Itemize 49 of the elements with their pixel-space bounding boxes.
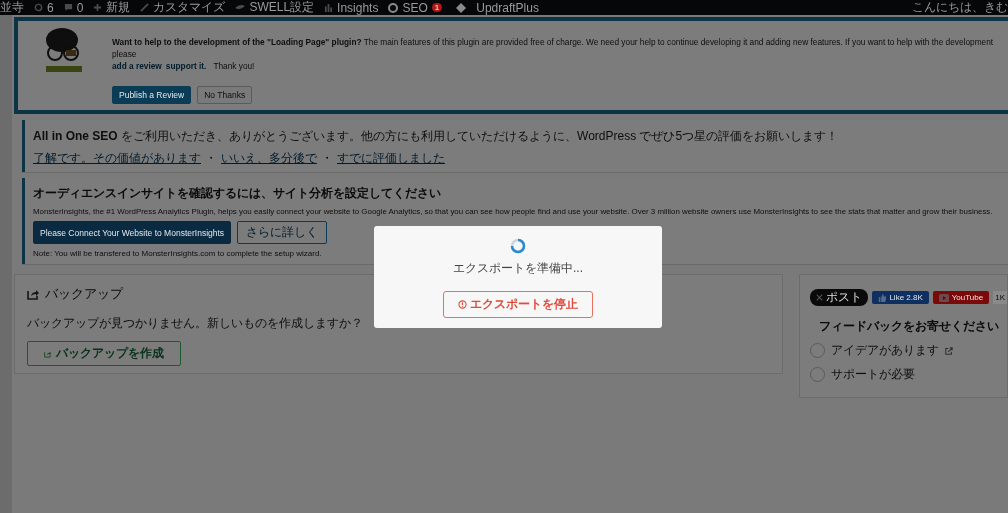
warning-icon <box>458 300 467 309</box>
bar-chart-icon <box>324 3 334 12</box>
youtube-button[interactable]: YouTube <box>932 291 990 304</box>
notice-text: Want to help to the development of the "Loading Page" plugin? The main features of this plugin are provided free of charge. We need your help to continue developing it and adding new features. If you want to help with the development please <box>112 36 995 60</box>
learn-more-button[interactable]: さらに詳しく <box>237 221 328 244</box>
admin-bar-item[interactable]: SWELL設定 <box>235 0 315 15</box>
post-button[interactable]: ポスト <box>810 289 869 306</box>
option-label[interactable]: アイデアがあります <box>831 342 940 359</box>
note-text: Note: You will be transfered to MonsterInsights.com to complete the setup wizard. <box>33 249 322 258</box>
connect-button[interactable]: Please Connect Your Website to MonsterInsights <box>33 221 232 244</box>
export-icon <box>27 288 40 300</box>
count-badge: 1 <box>431 3 443 12</box>
rating-link[interactable]: すでに評価しました <box>337 150 445 167</box>
rating-link[interactable]: いいえ、多分後で <box>221 150 317 167</box>
feedback-title: フィードバックをお寄せください <box>817 318 1000 335</box>
like-button[interactable]: Like 2.8K <box>872 291 929 304</box>
updates-link[interactable]: 6 <box>34 0 54 15</box>
backup-message: バックアップが見つかりません。新しいものを作成しますか？ <box>27 315 364 332</box>
dismiss-button[interactable]: No Thanks <box>197 86 253 104</box>
subscriber-count: 1K <box>993 291 1007 304</box>
review-link[interactable]: add a review <box>112 60 162 72</box>
thumbs-up-icon <box>878 293 887 302</box>
notice-title: オーディエンスインサイトを確認するには、サイト分析を設定してください <box>33 185 442 202</box>
separator-text: ・ <box>205 150 217 167</box>
admin-bar-item[interactable]: 新規 <box>93 0 131 15</box>
comments-link[interactable]: 0 <box>63 0 84 15</box>
site-name-link[interactable]: 並寺 <box>0 0 24 15</box>
admin-bar-item[interactable]: Insights <box>324 0 379 15</box>
publish-review-button[interactable]: Publish a Review <box>112 86 192 104</box>
comment-icon <box>63 3 73 12</box>
notice-text: All in One SEO をご利用いただき、ありがとうございます。他の方にも利用していただけるように、WordPress でぜひ5つ星の評価をお願いします！ <box>33 128 840 145</box>
option-label[interactable]: サポートが必要 <box>831 366 916 383</box>
separator-text: ・ <box>321 150 333 167</box>
rating-link[interactable]: 了解です。その価値があります <box>33 150 201 167</box>
backup-title: バックアップ <box>45 285 123 303</box>
diamond-icon[interactable] <box>456 2 467 13</box>
admin-bar-item[interactable]: カスタマイズ <box>140 0 226 15</box>
spinner-icon <box>510 238 526 254</box>
admin-bar-item[interactable]: SEO 1 <box>388 0 467 15</box>
x-logo-icon <box>816 294 824 301</box>
export-icon <box>44 349 52 358</box>
admin-bar-item[interactable]: UpdraftPlus <box>476 0 539 15</box>
thanks-text: Thank you! <box>213 60 255 72</box>
greeting-text: こんにちは、きむ <box>912 0 1008 15</box>
plus-icon <box>93 3 103 12</box>
stop-export-button[interactable]: エクスポートを停止 <box>443 291 593 318</box>
support-link[interactable]: support it. <box>165 60 207 72</box>
play-icon <box>938 293 949 302</box>
dialog-message: エクスポートを準備中... <box>453 260 583 277</box>
